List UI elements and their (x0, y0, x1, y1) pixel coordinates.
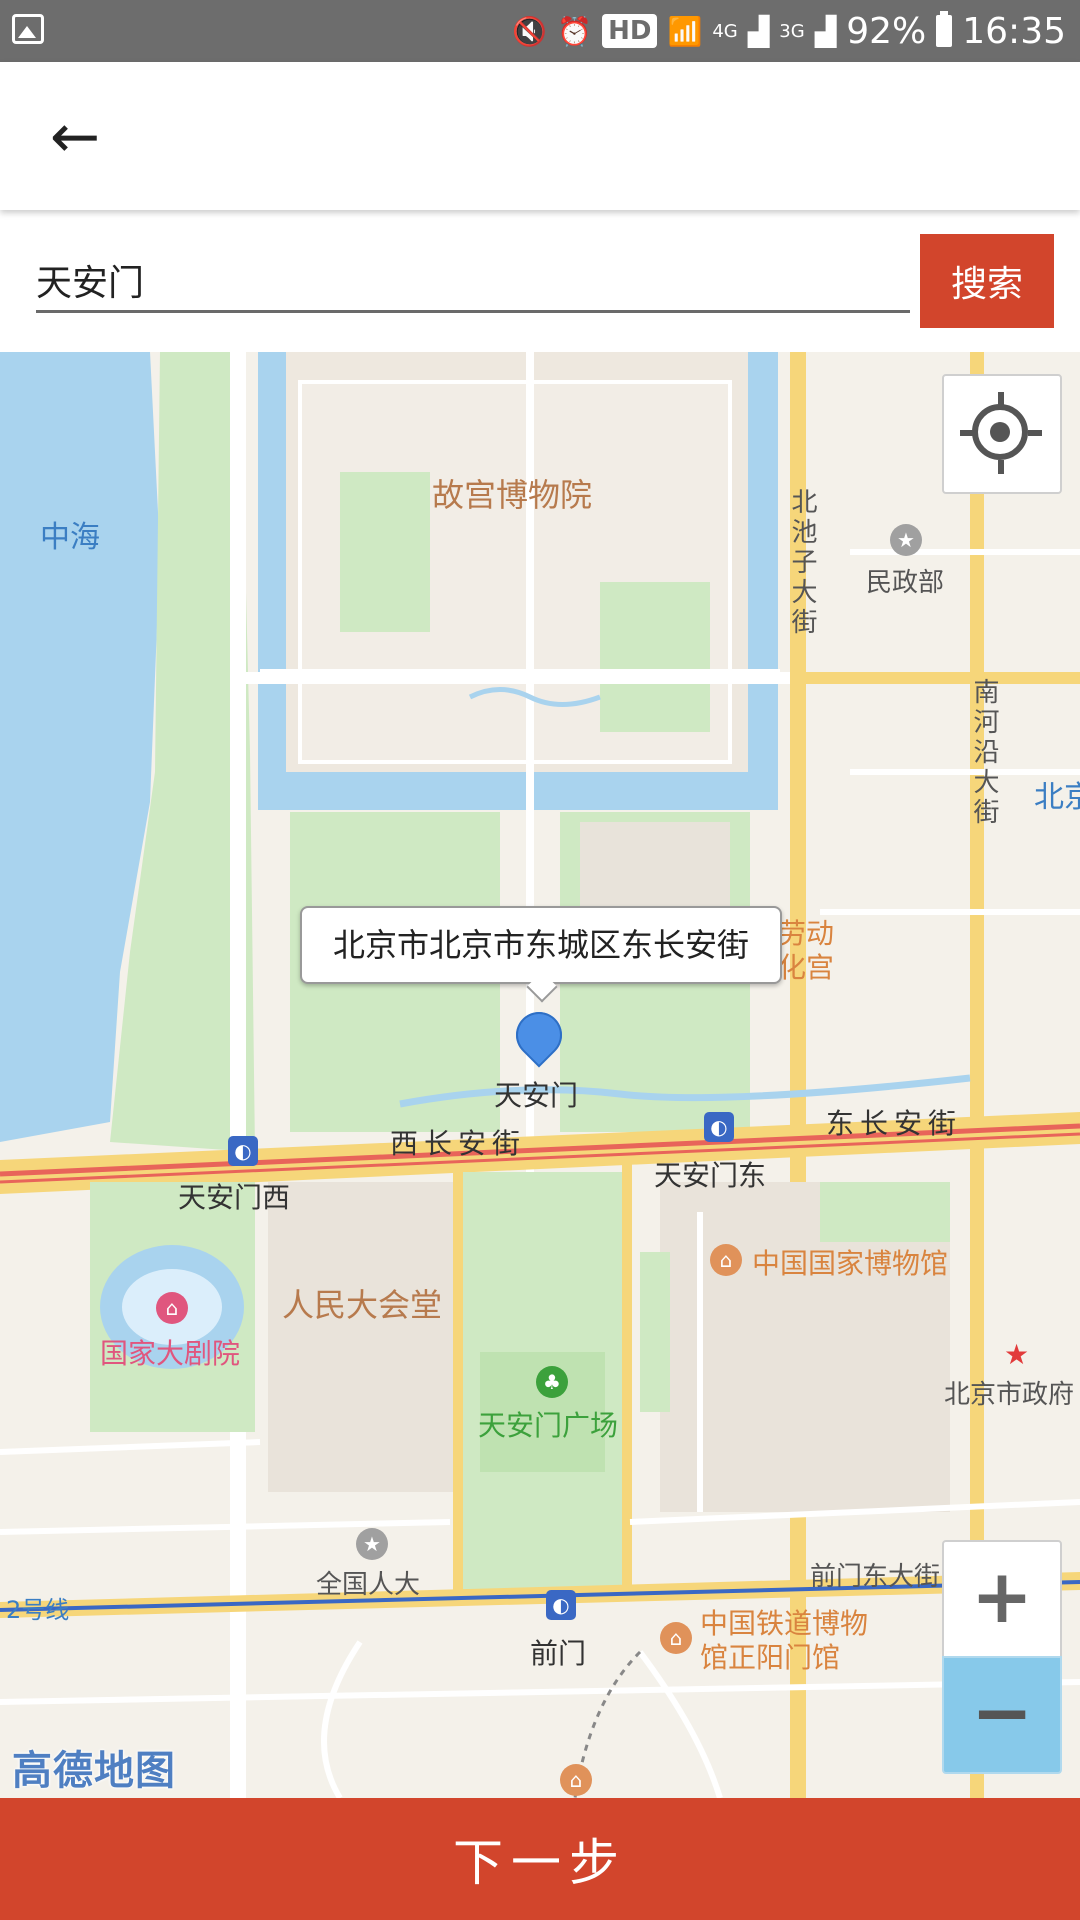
label-minzhengbu: 民政部 (866, 568, 945, 598)
alarm-icon: ⏰ (557, 14, 593, 48)
railway-museum-poi-icon: ⌂ (660, 1622, 692, 1654)
label-national-theatre: 国家大剧院 (100, 1337, 241, 1370)
app-bar: ← (0, 62, 1080, 210)
label-line2: 2号线 (6, 1596, 70, 1624)
battery-percent: 92% (846, 10, 927, 52)
label-npc: 全国人大 (316, 1570, 421, 1600)
crosshair-tick-top (998, 392, 1004, 406)
theatre-poi-icon: ⌂ (156, 1292, 188, 1324)
label-tiananmen: 天安门 (494, 1079, 579, 1112)
signal-weak-icon: ▟ (814, 14, 837, 48)
metro-icon-qianmen: ◐ (546, 1590, 576, 1620)
clock: 16:35 (962, 10, 1066, 52)
label-national-museum: 中国国家博物馆 (752, 1247, 949, 1280)
label-zhonghai: 中海 (40, 520, 100, 555)
crosshair-tick-left (960, 430, 974, 436)
metro-icon-tiananmen-xi: ◐ (228, 1136, 258, 1166)
label-palace-museum: 故宫博物院 (432, 476, 593, 514)
network-4g: 4G (712, 20, 738, 42)
search-button[interactable]: 搜索 (920, 234, 1054, 328)
metro-icon-tiananmen-dong: ◐ (704, 1112, 734, 1142)
label-nanheyan-street: 南河沿大街 (969, 678, 999, 828)
crosshair-tick-bottom (998, 460, 1004, 474)
network-3g: 3G (779, 20, 805, 42)
museum-poi-icon-bottom: ⌂ (560, 1764, 592, 1796)
locate-button[interactable] (942, 374, 1062, 494)
search-row: 搜索 (0, 210, 1080, 352)
battery-icon (936, 11, 953, 47)
museum-poi-icon: ⌂ (710, 1244, 742, 1276)
label-qianmen: 前门 (530, 1637, 587, 1670)
wifi-icon: 📶 (667, 14, 703, 48)
zoom-out-button[interactable]: − (942, 1656, 1062, 1774)
next-step-button[interactable]: 下一步 (0, 1798, 1080, 1920)
label-tiananmen-square: 天安门广场 (478, 1409, 619, 1442)
label-tiananmen-xi: 天安门西 (178, 1181, 291, 1214)
crosshair-tick-right (1028, 430, 1042, 436)
mute-icon: 🔇 (512, 14, 548, 48)
map-view[interactable]: 故宫博物院 中海 ★ 民政部 北池子大街 南河沿大街 北京 劳动 化宫 北京市北… (0, 352, 1080, 1798)
label-beijing-gov: 北京市政府 (944, 1380, 1075, 1410)
label-beijing-partial: 北京 (1034, 780, 1080, 815)
label-dongchangan-street: 东长安街 (826, 1107, 963, 1140)
back-arrow-icon[interactable]: ← (40, 102, 110, 172)
star-marker-icon: ★ (1004, 1338, 1030, 1371)
label-xichangan-street: 西长安街 (390, 1127, 527, 1160)
gallery-notification-icon (12, 14, 44, 44)
crosshair-dot (990, 422, 1010, 442)
npc-poi-icon: ★ (356, 1528, 388, 1560)
signal-icon: ▟ (747, 14, 770, 48)
amap-logo: 高德地图 (12, 1748, 176, 1794)
label-tiananmen-dong: 天安门东 (654, 1159, 767, 1192)
status-icons: 🔇 ⏰ HD 📶 4G ▟ 3G ▟ 92% 16:35 (512, 8, 1066, 54)
label-laodong-2: 化宫 (778, 951, 835, 984)
zoom-in-button[interactable]: + (942, 1540, 1062, 1658)
park-poi-icon: ♣ (536, 1366, 568, 1398)
search-input[interactable] (36, 250, 910, 313)
label-railway-museum-2: 馆正阳门馆 (700, 1641, 841, 1674)
label-qianmen-dongda: 前门东大街 (810, 1562, 941, 1592)
address-tooltip: 北京市北京市东城区东长安街 (300, 906, 782, 984)
government-poi-icon: ★ (890, 524, 922, 556)
hd-badge: HD (602, 14, 658, 48)
label-great-hall: 人民大会堂 (282, 1286, 443, 1324)
label-beichizi-street: 北池子大街 (787, 488, 817, 638)
status-bar: 🔇 ⏰ HD 📶 4G ▟ 3G ▟ 92% 16:35 (0, 0, 1080, 62)
